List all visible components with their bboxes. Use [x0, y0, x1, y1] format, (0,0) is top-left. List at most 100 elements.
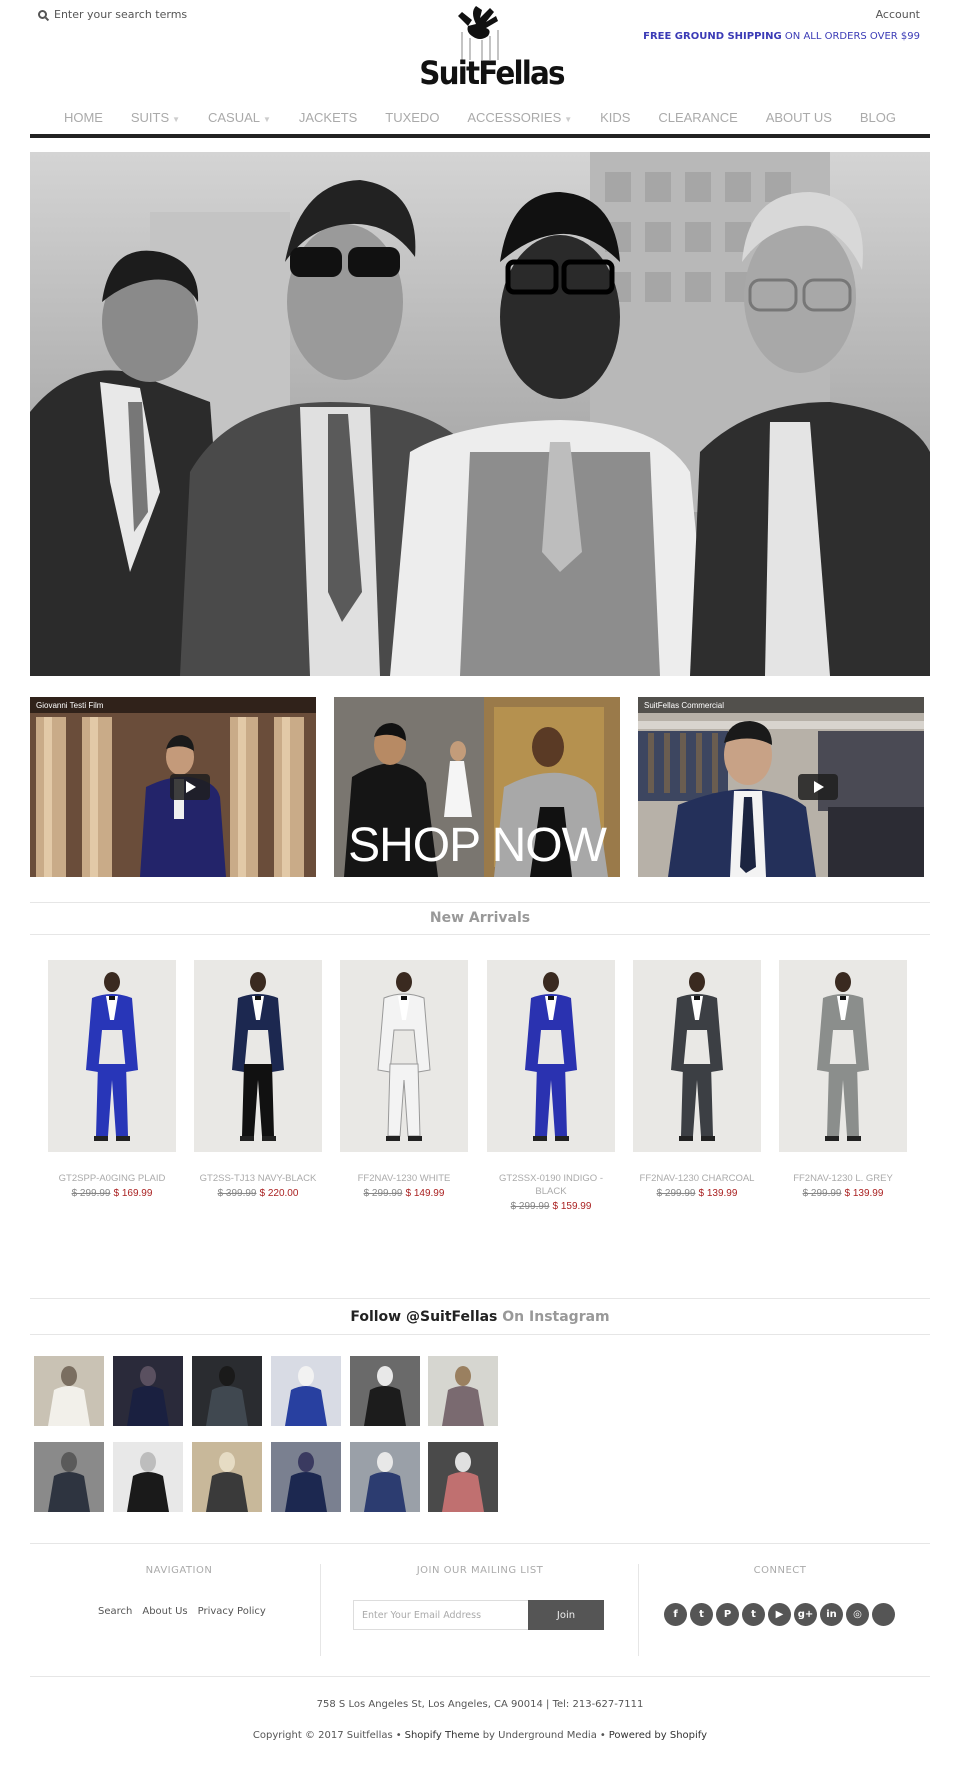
product-name[interactable]: FF2NAV-1230 WHITE	[340, 1172, 468, 1185]
instagram-thumbnail[interactable]	[428, 1442, 498, 1512]
play-icon[interactable]	[798, 774, 838, 800]
join-button[interactable]: Join	[528, 1600, 604, 1630]
google-plus-icon[interactable]: g+	[794, 1603, 817, 1626]
original-price: $ 299.99	[802, 1188, 842, 1199]
video-giovanni-testi[interactable]: Giovanni Testi Film	[30, 697, 316, 877]
nav-label: ABOUT US	[765, 110, 832, 125]
product-image[interactable]	[48, 960, 176, 1152]
product-name[interactable]: GT2SS-TJ13 NAVY-BLACK	[194, 1172, 322, 1185]
mailing-heading: JOIN OUR MAILING LIST	[416, 1565, 544, 1576]
store-address: 758 S Los Angeles St, Los Angeles, CA 90…	[316, 1699, 644, 1710]
shopify-theme-link[interactable]: Shopify Theme	[405, 1730, 480, 1741]
product-price: $ 299.99 $ 139.99	[633, 1188, 761, 1199]
product-card[interactable]: FF2NAV-1230 CHARCOAL $ 299.99 $ 139.99	[633, 960, 761, 1199]
powered-by-link[interactable]: Powered by Shopify	[609, 1730, 707, 1741]
youtube-icon[interactable]: ▶	[768, 1603, 791, 1626]
email-field[interactable]	[353, 1600, 529, 1630]
product-photo	[779, 960, 907, 1152]
product-photo	[194, 960, 322, 1152]
product-card[interactable]: FF2NAV-1230 L. GREY $ 299.99 $ 139.99	[779, 960, 907, 1199]
section-divider	[30, 934, 930, 935]
video-suitfellas-commercial[interactable]: SuitFellas Commercial	[638, 697, 924, 877]
search-input[interactable]	[54, 8, 254, 21]
logo-wordmark: SuitFellas	[419, 54, 565, 92]
nav-label: CASUAL	[207, 110, 261, 125]
instagram-thumbnail[interactable]	[271, 1442, 341, 1512]
product-card[interactable]: FF2NAV-1230 WHITE $ 299.99 $ 149.99	[340, 960, 468, 1199]
account-link[interactable]: Account	[876, 8, 920, 21]
product-card[interactable]: GT2SSX-0190 INDIGO - BLACK $ 299.99 $ 159.…	[487, 960, 615, 1212]
footer-navigation: NAVIGATION	[30, 1565, 328, 1576]
copyright-line: Copyright © 2017 Suitfellas • Shopify Them…	[252, 1730, 708, 1741]
product-card[interactable]: GT2SPP-A0GING PLAID $ 299.99 $ 169.99	[48, 960, 176, 1199]
footer-link-about-us[interactable]: About Us	[142, 1606, 187, 1617]
footer-divider	[30, 1676, 930, 1677]
nav-label: CLEARANCE	[658, 110, 738, 125]
social-extra-icon[interactable]	[872, 1603, 895, 1626]
video-title: Giovanni Testi Film	[36, 701, 104, 710]
product-image[interactable]	[487, 960, 615, 1152]
product-image[interactable]	[633, 960, 761, 1152]
product-name[interactable]: GT2SPP-A0GING PLAID	[48, 1172, 176, 1185]
instagram-thumbnail[interactable]	[350, 1356, 420, 1426]
instagram-thumbnail[interactable]	[192, 1356, 262, 1426]
footer-connect: CONNECT	[640, 1565, 920, 1576]
search-bar[interactable]	[38, 8, 254, 21]
instagram-photo	[113, 1356, 183, 1426]
product-card[interactable]: GT2SS-TJ13 NAVY-BLACK $ 399.99 $ 220.00	[194, 960, 322, 1199]
new-arrivals-title: New Arrivals	[429, 910, 531, 926]
instagram-icon[interactable]: ◎	[846, 1603, 869, 1626]
twitter-icon[interactable]: t	[690, 1603, 713, 1626]
section-divider	[30, 1298, 930, 1299]
product-price: $ 399.99 $ 220.00	[194, 1188, 322, 1199]
product-price: $ 299.99 $ 169.99	[48, 1188, 176, 1199]
instagram-thumbnail[interactable]	[34, 1356, 104, 1426]
instagram-thumbnail[interactable]	[113, 1442, 183, 1512]
product-image[interactable]	[340, 960, 468, 1152]
instagram-thumbnail[interactable]	[113, 1356, 183, 1426]
shop-now-banner[interactable]: SHOP NOW	[334, 697, 620, 877]
linkedin-icon[interactable]: in	[820, 1603, 843, 1626]
sale-price: $ 159.99	[552, 1201, 592, 1212]
chevron-down-icon: ▼	[263, 115, 271, 124]
shop-now-text: SHOP NOW	[348, 819, 607, 872]
instagram-photo	[350, 1442, 420, 1512]
product-price: $ 299.99 $ 139.99	[779, 1188, 907, 1199]
product-photo	[487, 960, 615, 1152]
product-name[interactable]: GT2SSX-0190 INDIGO - BLACK	[487, 1172, 615, 1198]
sale-price: $ 149.99	[405, 1188, 445, 1199]
product-price: $ 299.99 $ 149.99	[340, 1188, 468, 1199]
footer-link-privacy-policy[interactable]: Privacy Policy	[198, 1606, 266, 1617]
instagram-photo	[428, 1356, 498, 1426]
play-icon[interactable]	[170, 774, 210, 800]
instagram-thumbnail[interactable]	[271, 1356, 341, 1426]
facebook-icon[interactable]: f	[664, 1603, 687, 1626]
instagram-thumbnail[interactable]	[34, 1442, 104, 1512]
instagram-photo	[271, 1442, 341, 1512]
pinterest-icon[interactable]: P	[716, 1603, 739, 1626]
product-name[interactable]: FF2NAV-1230 L. GREY	[779, 1172, 907, 1185]
chevron-down-icon: ▼	[564, 115, 573, 124]
instagram-title: Follow @SuitFellas On Instagram	[30, 1309, 930, 1325]
instagram-title-handle: Follow @SuitFellas	[350, 1309, 498, 1325]
search-icon[interactable]	[38, 10, 47, 19]
footer-link-search[interactable]: Search	[98, 1606, 132, 1617]
instagram-thumbnail[interactable]	[350, 1442, 420, 1512]
product-image[interactable]	[194, 960, 322, 1152]
footer-mailing-list: JOIN OUR MAILING LIST	[328, 1565, 632, 1576]
nav-label: BLOG	[859, 110, 896, 125]
site-logo[interactable]: SuitFellas	[414, 2, 566, 96]
product-name[interactable]: FF2NAV-1230 CHARCOAL	[633, 1172, 761, 1185]
product-price: $ 299.99 $ 159.99	[487, 1201, 615, 1212]
instagram-thumbnail[interactable]	[428, 1356, 498, 1426]
tumblr-icon[interactable]: t	[742, 1603, 765, 1626]
product-image[interactable]	[779, 960, 907, 1152]
original-price: $ 299.99	[656, 1188, 696, 1199]
instagram-thumbnail[interactable]	[192, 1442, 262, 1512]
shipping-banner: FREE GROUND SHIPPING ON ALL ORDERS OVER …	[643, 31, 920, 42]
connect-heading: CONNECT	[753, 1565, 807, 1576]
product-photo	[633, 960, 761, 1152]
hero-image[interactable]	[30, 152, 930, 676]
product-photo	[340, 960, 468, 1152]
nav-label: ACCESSORIES	[467, 110, 562, 125]
